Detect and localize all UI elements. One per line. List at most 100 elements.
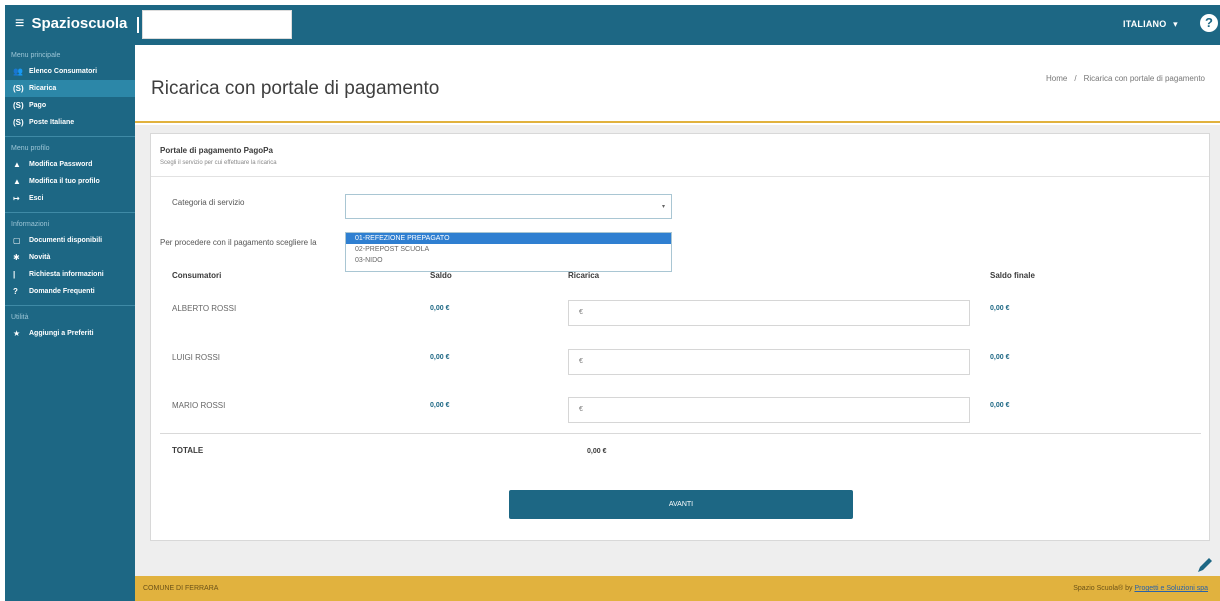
sidebar-item-label: Richiesta informazioni <box>29 271 104 278</box>
chevron-down-icon: ▾ <box>661 204 665 210</box>
euro-prefix: € <box>579 406 583 413</box>
logout-icon: ↦ <box>13 194 20 203</box>
sidebar-item[interactable]: ? Domande Frequenti <box>5 283 135 300</box>
sidebar-item[interactable]: (S) Pago <box>5 97 135 114</box>
table-row-saldo-finale: 0,00 € <box>990 354 1010 361</box>
sidebar-item[interactable]: (S) Poste Italiane <box>5 114 135 131</box>
total-value: 0,00 € <box>587 448 607 455</box>
table-row-saldo: 0,00 € <box>430 354 450 361</box>
column-header-consumatori: Consumatori <box>172 271 222 280</box>
sidebar-item-label: Documenti disponibili <box>29 237 103 244</box>
category-select[interactable]: ▾ <box>345 194 672 219</box>
ricarica-input[interactable]: € <box>568 300 970 326</box>
chevron-down-icon: ▾ <box>1173 19 1178 29</box>
euro-prefix: € <box>579 309 583 316</box>
question-icon: ? <box>13 287 18 296</box>
table-row-saldo: 0,00 € <box>430 305 450 312</box>
sidebar-item-label: Ricarica <box>29 85 57 92</box>
dropdown-option[interactable]: 01-REFEZIONE PREPAGATO <box>346 233 671 244</box>
table-row-name: LUIGI ROSSI <box>172 353 221 362</box>
sidebar-section-title: Menu principale <box>11 52 61 59</box>
dropdown-option[interactable]: 03-NIDO <box>346 255 671 266</box>
sidebar-item-label: Domande Frequenti <box>29 288 95 295</box>
category-dropdown-list: 01-REFEZIONE PREPAGATO 02-PREPOST SCUOLA 0… <box>345 232 672 272</box>
column-header-saldo-finale: Saldo finale <box>990 271 1035 280</box>
footer-credits: Spazio Scuola® by Progetti e Soluzioni s… <box>1073 585 1208 592</box>
breadcrumb-current: Ricarica con portale di pagamento <box>1083 74 1205 83</box>
sidebar-item[interactable]: ▢ Documenti disponibili <box>5 232 135 249</box>
sidebar-divider <box>5 136 135 137</box>
language-selector[interactable]: ITALIANO ▾ <box>1123 19 1178 30</box>
dropdown-option[interactable]: 02-PREPOST SCUOLA <box>346 244 671 255</box>
table-row-saldo: 0,00 € <box>430 402 450 409</box>
sidebar-item-label: Modifica il tuo profilo <box>29 178 100 185</box>
sidebar-item[interactable]: | Richiesta informazioni <box>5 266 135 283</box>
sidebar-section-title: Utilità <box>11 314 29 321</box>
brand-name: Spazioscuola <box>31 15 128 32</box>
sidebar-divider <box>5 305 135 306</box>
footer: COMUNE DI FERRARA Spazio Scuola® by Prog… <box>135 576 1220 601</box>
sidebar-item-label: Novità <box>29 254 51 261</box>
top-search-box[interactable] <box>142 10 292 39</box>
euro-prefix: € <box>579 358 583 365</box>
sidebar-item-label: Esci <box>29 195 44 202</box>
table-row-name: MARIO ROSSI <box>172 401 226 410</box>
breadcrumb: Home / Ricarica con portale di pagamento <box>1046 74 1205 83</box>
sidebar-item-label: Poste Italiane <box>29 119 75 126</box>
table-row-saldo-finale: 0,00 € <box>990 305 1010 312</box>
column-header-saldo: Saldo <box>430 271 452 280</box>
instruction-text: Per procedere con il pagamento scegliere… <box>160 238 317 247</box>
sidebar-item[interactable]: ✱ Novità <box>5 249 135 266</box>
page-header: Ricarica con portale di pagamento Home / R… <box>135 45 1220 123</box>
money-icon: (S) <box>13 84 24 93</box>
sidebar-item[interactable]: ↦ Esci <box>5 190 135 207</box>
panel-title: Portale di pagamento PagoPa <box>160 146 273 155</box>
sidebar-item-label: Modifica Password <box>29 161 93 168</box>
table-row-saldo-finale: 0,00 € <box>990 402 1010 409</box>
sidebar-item-label: Pago <box>29 102 47 109</box>
sidebar-item[interactable]: ▲ Modifica il tuo profilo <box>5 173 135 190</box>
pencil-icon[interactable] <box>1195 555 1215 575</box>
help-icon[interactable]: ? <box>1200 14 1218 32</box>
sidebar: Menu principale 👥 Elenco Consumatori (S) Ric… <box>5 45 135 601</box>
sidebar-divider <box>5 212 135 213</box>
payment-panel: Portale di pagamento PagoPa Scegli il se… <box>150 133 1210 541</box>
footer-company-link[interactable]: Progetti e Soluzioni spa <box>1134 585 1208 592</box>
page-title: Ricarica con portale di pagamento <box>151 78 440 99</box>
info-icon: | <box>13 270 16 279</box>
document-icon: ▢ <box>13 236 21 245</box>
sidebar-section-title: Menu profilo <box>11 145 50 152</box>
star-icon: ★ <box>13 329 21 338</box>
users-icon: 👥 <box>13 67 23 76</box>
footer-municipality: COMUNE DI FERRARA <box>143 585 219 592</box>
brand[interactable]: ≡ Spazioscuola <box>15 15 127 33</box>
sidebar-item[interactable]: 👥 Elenco Consumatori <box>5 63 135 80</box>
breadcrumb-home[interactable]: Home <box>1046 74 1067 83</box>
column-header-ricarica: Ricarica <box>568 271 600 280</box>
sidebar-section-title: Informazioni <box>11 221 50 228</box>
sidebar-item-label: Elenco Consumatori <box>29 68 98 75</box>
sidebar-item[interactable]: ▲ Modifica Password <box>5 156 135 173</box>
sidebar-item[interactable]: ★ Aggiungi a Preferiti <box>5 325 135 342</box>
top-bar: ≡ Spazioscuola ITALIANO ▾ ? <box>5 5 1220 45</box>
total-label: TOTALE <box>172 446 204 455</box>
content-area: Portale di pagamento PagoPa Scegli il se… <box>135 125 1220 576</box>
panel-subtitle: Scegli il servizio per cui effettuare la… <box>160 160 277 166</box>
menu-icon[interactable]: ≡ <box>15 15 24 32</box>
user-icon: ▲ <box>13 177 21 186</box>
ricarica-input[interactable]: € <box>568 397 970 423</box>
footer-credits-text: Spazio Scuola® by <box>1073 585 1133 592</box>
sidebar-item[interactable]: (S) Ricarica <box>5 80 135 97</box>
language-label: ITALIANO <box>1123 19 1167 29</box>
breadcrumb-separator: / <box>1074 74 1077 83</box>
user-icon: ▲ <box>13 160 21 169</box>
sidebar-item-label: Aggiungi a Preferiti <box>29 330 94 337</box>
avanti-button[interactable]: AVANTI <box>509 490 853 519</box>
brand-separator <box>137 17 139 33</box>
panel-header: Portale di pagamento PagoPa Scegli il se… <box>151 134 1209 177</box>
ricarica-input[interactable]: € <box>568 349 970 375</box>
totals-divider <box>160 433 1201 434</box>
gear-icon: ✱ <box>13 253 20 262</box>
category-label: Categoria di servizio <box>172 198 245 207</box>
money-icon: (S) <box>13 101 24 110</box>
